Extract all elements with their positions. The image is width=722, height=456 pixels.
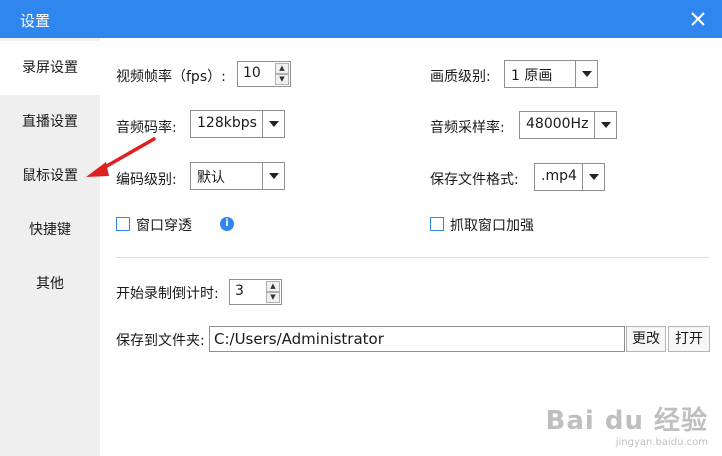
fps-down-button[interactable]: ▼	[275, 74, 289, 85]
divider	[116, 257, 710, 258]
sidebar-item-mouse[interactable]: 鼠标设置	[0, 149, 100, 203]
save-folder-input[interactable]	[209, 326, 625, 352]
close-icon[interactable]	[686, 7, 710, 31]
sample-rate-select[interactable]: 48000Hz	[519, 111, 617, 139]
watermark-brand: Bai du 经验	[545, 406, 708, 436]
chevron-down-icon	[262, 111, 284, 137]
sample-rate-label: 音频采样率:	[430, 120, 505, 136]
info-icon[interactable]: i	[220, 217, 234, 231]
quality-select[interactable]: 1 原画	[504, 60, 598, 88]
capture-enhance-label[interactable]: 抓取窗口加强	[450, 215, 534, 235]
sidebar: 录屏设置 直播设置 鼠标设置 快捷键 其他	[0, 38, 100, 456]
countdown-value: 3	[235, 283, 244, 299]
encode-level-value: 默认	[197, 170, 225, 186]
quality-label: 画质级别:	[430, 69, 491, 85]
audio-bitrate-select[interactable]: 128kbps	[190, 110, 285, 138]
sidebar-item-hotkeys[interactable]: 快捷键	[0, 203, 100, 257]
save-folder-label: 保存到文件夹:	[116, 333, 205, 349]
fps-value: 10	[243, 65, 261, 81]
audio-bitrate-value: 128kbps	[197, 115, 257, 131]
watermark-url: jingyan.baidu.com	[615, 437, 708, 448]
capture-enhance-checkbox[interactable]	[430, 217, 444, 231]
countdown-up-button[interactable]: ▲	[266, 281, 280, 292]
file-format-select[interactable]: .mp4	[534, 163, 605, 191]
countdown-down-button[interactable]: ▼	[266, 292, 280, 303]
change-folder-button[interactable]: 更改	[626, 326, 666, 352]
chevron-down-icon	[582, 164, 604, 190]
chevron-down-icon	[594, 112, 616, 138]
window-through-checkbox[interactable]	[116, 217, 130, 231]
sidebar-item-other[interactable]: 其他	[0, 257, 100, 311]
chevron-down-icon	[575, 61, 597, 87]
file-format-value: .mp4	[541, 168, 577, 184]
open-folder-button[interactable]: 打开	[668, 326, 710, 352]
countdown-spinner[interactable]: 3 ▲ ▼	[229, 279, 282, 305]
sidebar-item-screen-record[interactable]: 录屏设置	[0, 41, 100, 95]
title-bar: 设置	[0, 0, 722, 38]
window-through-label[interactable]: 窗口穿透	[136, 215, 192, 235]
fps-up-button[interactable]: ▲	[275, 63, 289, 74]
audio-bitrate-label: 音频码率:	[116, 120, 177, 136]
watermark: Bai du 经验 jingyan.baidu.com	[546, 400, 709, 448]
sample-rate-value: 48000Hz	[526, 116, 589, 132]
chevron-down-icon	[262, 163, 284, 189]
window-title: 设置	[20, 12, 51, 30]
fps-spinner[interactable]: 10 ▲ ▼	[237, 61, 291, 87]
fps-label: 视频帧率（fps）:	[116, 69, 226, 85]
file-format-label: 保存文件格式:	[430, 172, 519, 188]
settings-panel: 视频帧率（fps）: 10 ▲ ▼ 画质级别: 1 原画 音频码率: 128kb…	[100, 38, 722, 456]
countdown-label: 开始录制倒计时:	[116, 286, 219, 302]
sidebar-item-live[interactable]: 直播设置	[0, 95, 100, 149]
encode-level-label: 编码级别:	[116, 172, 177, 188]
quality-value: 1 原画	[511, 68, 553, 84]
encode-level-select[interactable]: 默认	[190, 162, 285, 190]
